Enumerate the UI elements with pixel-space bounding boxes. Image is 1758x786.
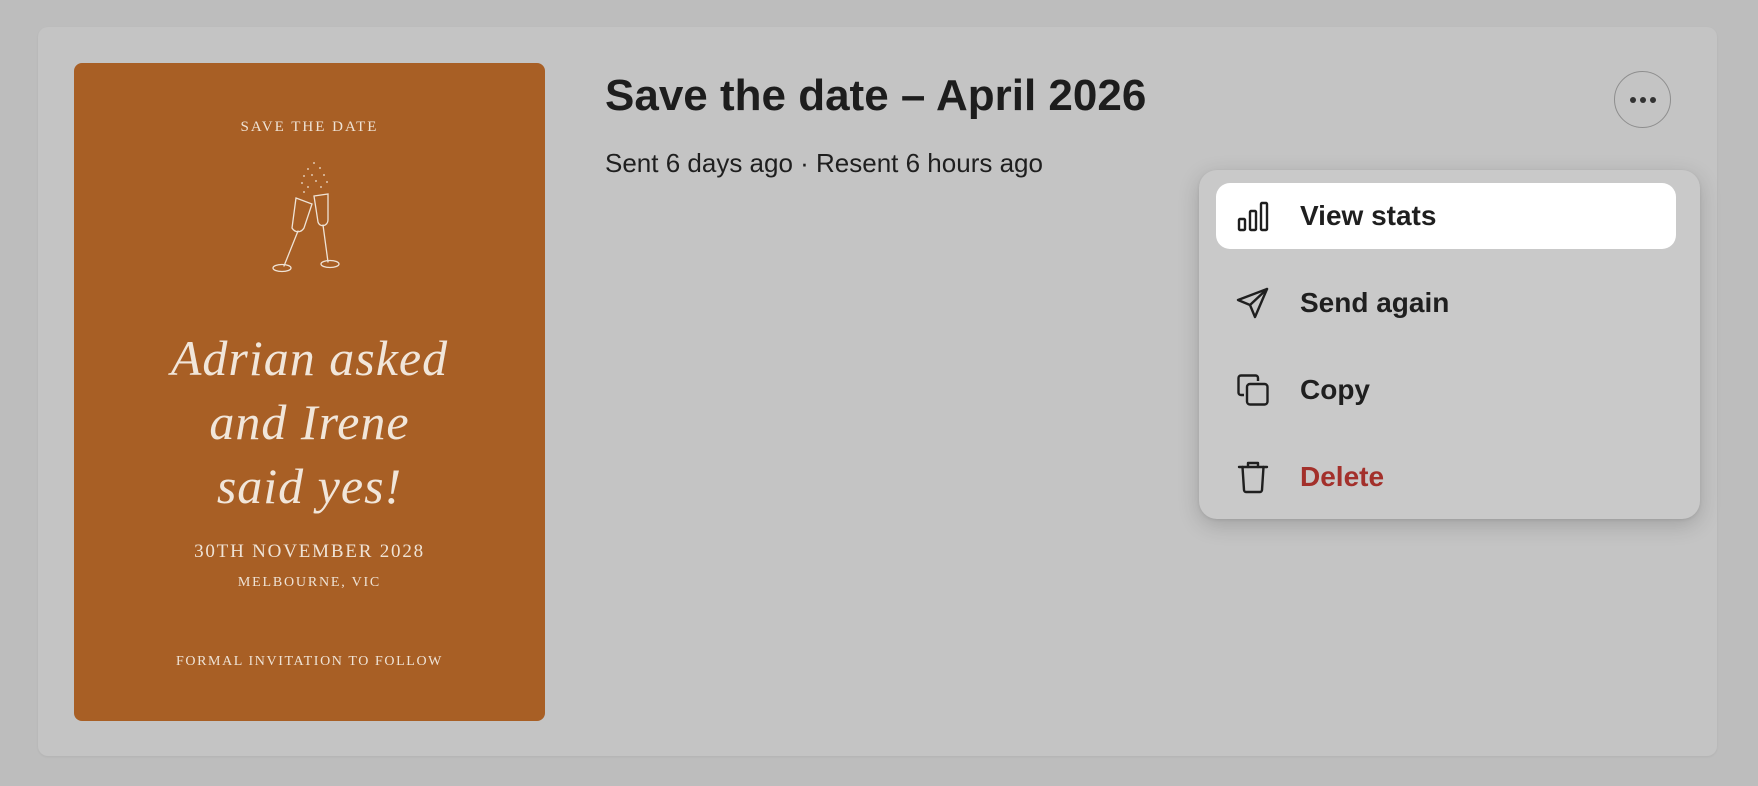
menu-item-delete[interactable]: Delete: [1216, 444, 1676, 510]
paper-plane-icon: [1236, 287, 1269, 319]
more-dot: [1629, 96, 1636, 103]
champagne-glasses-icon: [272, 162, 340, 273]
menu-item-label: View stats: [1300, 200, 1437, 231]
trash-icon: [1237, 461, 1269, 494]
bar-chart-icon: [1237, 201, 1269, 232]
menu-item-label: Send again: [1300, 287, 1450, 318]
more-options-button[interactable]: [1614, 71, 1671, 128]
options-menu: View stats Send again Copy Delete: [1199, 170, 1700, 519]
copy-icon: [1237, 374, 1269, 406]
more-dot: [1639, 96, 1646, 103]
menu-item-send-again[interactable]: Send again: [1216, 270, 1676, 336]
invite-date: 30TH NOVEMBER 2028: [194, 541, 425, 562]
invitation-card: SAVE THE DATE Adrian asked and Irene sai…: [38, 27, 1717, 756]
invite-script-line: said yes!: [216, 458, 403, 514]
menu-item-label: Delete: [1300, 461, 1385, 492]
menu-item-label: Copy: [1300, 374, 1370, 405]
page-title: Save the date – April 2026: [605, 71, 1147, 120]
invite-top-line: SAVE THE DATE: [240, 119, 379, 135]
invite-follow-note: FORMAL INVITATION TO FOLLOW: [176, 654, 443, 669]
invite-place: MELBOURNE, VIC: [237, 575, 382, 590]
invitation-preview[interactable]: SAVE THE DATE Adrian asked and Irene sai…: [74, 63, 545, 721]
invite-script-line: Adrian asked: [170, 330, 449, 386]
menu-item-copy[interactable]: Copy: [1216, 357, 1676, 423]
sent-status: Sent 6 days ago · Resent 6 hours ago: [605, 148, 1043, 178]
menu-item-view-stats[interactable]: View stats: [1216, 183, 1676, 249]
more-dot: [1649, 96, 1656, 103]
invite-script-line: and Irene: [209, 394, 410, 450]
